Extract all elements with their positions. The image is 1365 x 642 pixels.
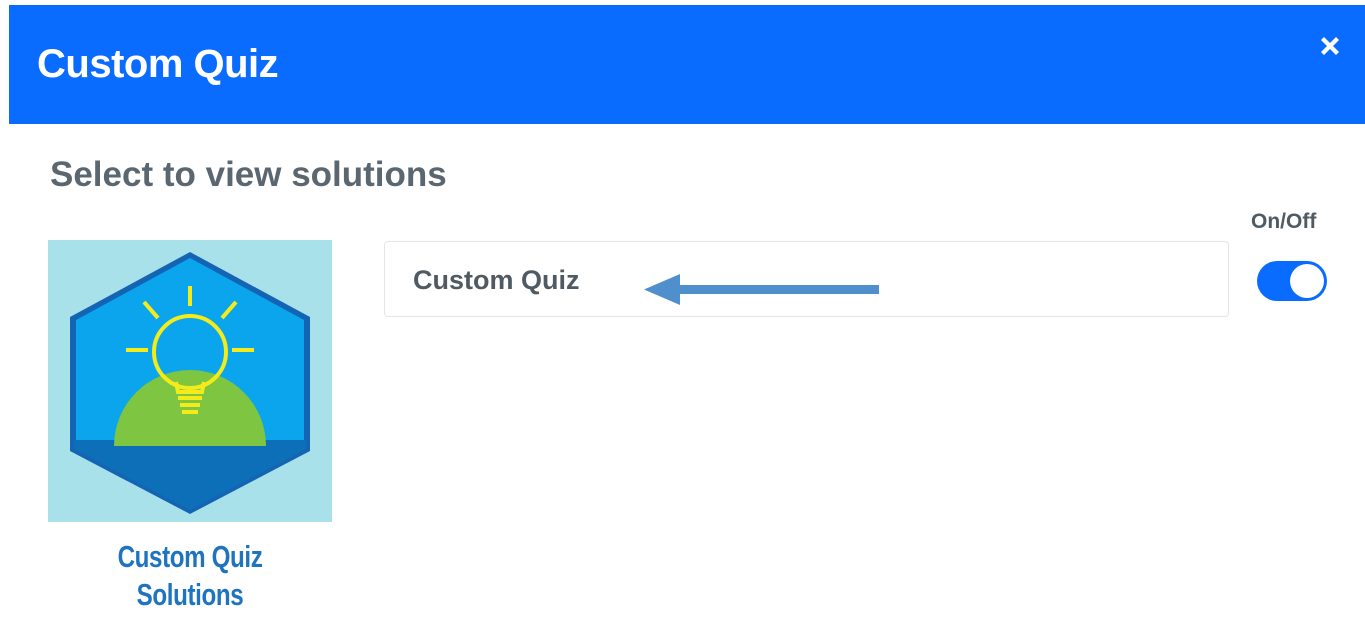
arrow-left-icon — [644, 274, 879, 305]
badge-caption: Custom Quiz Solutions — [79, 538, 301, 614]
toggle-header: On/Off — [1251, 210, 1317, 233]
solutions-toggle[interactable] — [1257, 261, 1327, 301]
close-icon — [1321, 37, 1339, 55]
custom-quiz-modal: Custom Quiz Select to view solutions Cus… — [0, 0, 1365, 642]
section-subtitle: Select to view solutions — [50, 155, 447, 194]
quiz-badge-image — [48, 240, 332, 522]
close-button[interactable] — [1317, 33, 1343, 59]
modal-header: Custom Quiz — [9, 5, 1365, 124]
quiz-item-label: Custom Quiz — [413, 265, 580, 295]
lightbulb-hexagon-icon — [70, 252, 310, 514]
modal-title: Custom Quiz — [37, 42, 279, 86]
toggle-knob — [1290, 264, 1324, 298]
badge-caption-line-1: Custom Quiz — [117, 539, 263, 574]
badge-caption-line-2: Solutions — [136, 577, 244, 612]
